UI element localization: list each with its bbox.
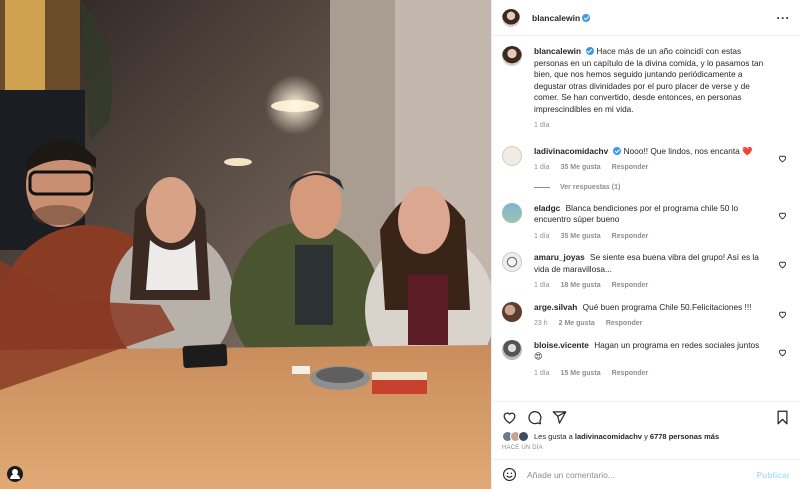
- comment-heart-icon[interactable]: [778, 260, 787, 269]
- comment-body: arge.silvah Qué buen programa Chile 50.F…: [534, 302, 773, 330]
- reply-button[interactable]: Responder: [612, 162, 649, 174]
- comment-text: Blanca bendiciones por el programa chile…: [534, 202, 739, 225]
- post-sidebar: blancalewin ··· blancalewin Hace más de …: [491, 0, 800, 489]
- more-options-icon[interactable]: ···: [777, 11, 791, 25]
- caption-username[interactable]: blancalewin: [534, 46, 581, 56]
- author-avatar[interactable]: [502, 46, 522, 66]
- heart-outline-icon[interactable]: [502, 410, 517, 425]
- comment-meta: 23 h 2 Me gusta Responder: [534, 318, 751, 330]
- reply-button[interactable]: Responder: [612, 368, 649, 380]
- comment-time[interactable]: 1 día: [534, 368, 550, 380]
- comment-item: bloise.vicente Hagan un programa en rede…: [502, 339, 790, 380]
- commenter-avatar[interactable]: [502, 145, 522, 166]
- publish-button[interactable]: Publicar: [756, 470, 790, 480]
- comment-time[interactable]: 1 día: [534, 231, 550, 243]
- comment-heart-icon[interactable]: [778, 154, 787, 163]
- comment-body: eladgc Blanca bendiciones por el program…: [534, 203, 790, 243]
- reply-button[interactable]: Responder: [606, 318, 643, 330]
- comment-likes[interactable]: 18 Me gusta: [561, 280, 601, 292]
- comment-username[interactable]: arge.silvah: [534, 302, 577, 312]
- comment-heart-icon[interactable]: [778, 211, 787, 220]
- likes-joiner: y: [644, 432, 648, 441]
- comment-time[interactable]: 1 día: [534, 162, 550, 174]
- commenter-avatar[interactable]: [502, 252, 522, 272]
- author-avatar[interactable]: [502, 8, 520, 27]
- caption-meta: 1 día: [534, 120, 768, 132]
- comment-body: ladivinacomidachv Nooo!! Que lindos, nos…: [534, 146, 774, 174]
- comment-username[interactable]: ladivinacomidachv: [534, 146, 608, 156]
- comment-username[interactable]: bloise.vicente: [534, 340, 589, 350]
- comment-username[interactable]: eladgc: [534, 203, 560, 213]
- comment-time[interactable]: 1 día: [534, 280, 550, 292]
- reply-button[interactable]: Responder: [612, 280, 649, 292]
- post-time[interactable]: HACE UN DÍA: [502, 445, 790, 451]
- view-replies-link[interactable]: Ver respuestas (1): [534, 184, 790, 191]
- post-header: blancalewin ···: [492, 0, 800, 36]
- comment-input[interactable]: [527, 469, 757, 480]
- emoji-smiley-icon[interactable]: [502, 467, 517, 482]
- restaurant-group-photo: [0, 0, 491, 489]
- caption: blancalewin Hace más de un año coincidí …: [502, 46, 790, 132]
- instagram-post: blancalewin ··· blancalewin Hace más de …: [0, 0, 800, 489]
- paper-plane-icon[interactable]: [552, 410, 567, 425]
- commenter-avatar[interactable]: [502, 301, 522, 322]
- replies-divider: [534, 186, 550, 188]
- comment-body: amaru_joyas Se siente esa buena vibra de…: [534, 252, 790, 292]
- likes-prefix: Les gusta a: [534, 432, 573, 441]
- comment-likes[interactable]: 35 Me gusta: [561, 231, 601, 243]
- comment-heart-icon[interactable]: [778, 310, 787, 319]
- likes-count[interactable]: 6778 personas más: [650, 432, 719, 441]
- comment-username[interactable]: amaru_joyas: [534, 252, 585, 262]
- post-actions: Les gusta a ladivinacomidachv y 6778 per…: [492, 401, 800, 459]
- commenter-avatar[interactable]: [502, 202, 522, 223]
- caption-time[interactable]: 1 día: [534, 120, 550, 132]
- post-photo[interactable]: [0, 0, 491, 489]
- caption-text: Hace más de un año coincidí con estas pe…: [534, 46, 764, 114]
- user-tag-icon[interactable]: [7, 466, 23, 482]
- comments-list: blancalewin Hace más de un año coincidí …: [492, 36, 800, 401]
- comment-body: bloise.vicente Hagan un programa en rede…: [534, 340, 790, 380]
- comment-meta: 1 día 15 Me gusta Responder: [534, 368, 768, 380]
- comment-text: Nooo!! Que lindos, nos encanta ❤️: [623, 145, 753, 156]
- caption-body: blancalewin Hace más de un año coincidí …: [534, 46, 790, 132]
- comment-bubble-icon[interactable]: [527, 410, 542, 425]
- liker-avatars: [502, 431, 529, 442]
- comment-item: ladivinacomidachv Nooo!! Que lindos, nos…: [502, 145, 790, 174]
- comment-item: arge.silvah Qué buen programa Chile 50.F…: [502, 301, 790, 330]
- comment-heart-icon[interactable]: [778, 348, 787, 357]
- verified-badge-icon: [613, 146, 622, 155]
- verified-badge-icon: [582, 13, 591, 22]
- verified-badge-icon: [586, 47, 595, 55]
- comment-likes[interactable]: 35 Me gusta: [561, 162, 601, 174]
- commenter-avatar[interactable]: [502, 339, 522, 360]
- likes-user[interactable]: ladivinacomidachv: [575, 432, 642, 441]
- comment-item: eladgc Blanca bendiciones por el program…: [502, 202, 790, 243]
- comment-meta: 1 día 35 Me gusta Responder: [534, 162, 752, 174]
- comment-composer: Publicar: [492, 459, 800, 489]
- author-username[interactable]: blancalewin: [532, 13, 580, 23]
- comment-meta: 1 día 18 Me gusta Responder: [534, 280, 768, 292]
- bookmark-icon[interactable]: [775, 410, 790, 425]
- action-icons: [502, 410, 790, 425]
- reply-button[interactable]: Responder: [612, 231, 649, 243]
- comment-item: amaru_joyas Se siente esa buena vibra de…: [502, 252, 790, 292]
- view-replies-label: Ver respuestas (1): [560, 183, 621, 191]
- comment-likes[interactable]: 2 Me gusta: [559, 318, 595, 330]
- comment-time[interactable]: 23 h: [534, 318, 548, 330]
- comment-text: Qué buen programa Chile 50.Felicitacione…: [582, 301, 752, 312]
- comment-likes[interactable]: 15 Me gusta: [561, 368, 601, 380]
- likes-summary: Les gusta a ladivinacomidachv y 6778 per…: [502, 431, 790, 442]
- comment-meta: 1 día 35 Me gusta Responder: [534, 231, 768, 243]
